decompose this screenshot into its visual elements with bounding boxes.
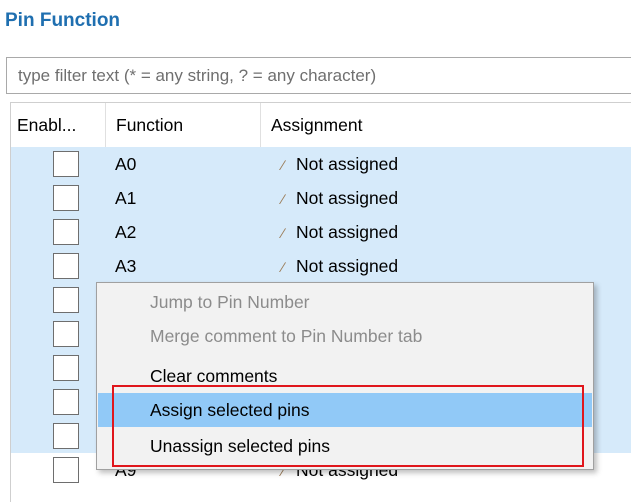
assignment-cell[interactable]: ∕ Not assigned: [277, 215, 398, 249]
enable-checkbox[interactable]: [53, 287, 79, 313]
enable-checkbox[interactable]: [53, 389, 79, 415]
pencil-icon: ∕: [281, 225, 285, 241]
enable-checkbox[interactable]: [53, 253, 79, 279]
menu-item-assign-selected-pins[interactable]: Assign selected pins: [98, 393, 592, 427]
menu-item-clear-comments[interactable]: Clear comments: [98, 359, 592, 393]
filter-input[interactable]: [16, 64, 631, 87]
column-header-enabled[interactable]: Enabl...: [11, 103, 106, 147]
pencil-icon: ∕: [281, 259, 285, 275]
enable-checkbox[interactable]: [53, 321, 79, 347]
pencil-icon: ∕: [281, 191, 285, 207]
assignment-cell[interactable]: ∕ Not assigned: [277, 249, 398, 283]
panel-title: Pin Function: [5, 10, 121, 31]
context-menu: Jump to Pin Number Merge comment to Pin …: [96, 282, 594, 470]
enable-checkbox[interactable]: [53, 355, 79, 381]
function-cell: A1: [115, 188, 137, 208]
assignment-text: Not assigned: [296, 222, 399, 242]
assignment-cell[interactable]: ∕ Not assigned: [277, 147, 398, 181]
table-row[interactable]: A3 ∕ Not assigned: [11, 249, 631, 283]
panel-header: Pin Function: [0, 0, 631, 52]
pencil-icon: ∕: [281, 157, 285, 173]
menu-item-unassign-selected-pins[interactable]: Unassign selected pins: [98, 429, 592, 463]
enable-checkbox[interactable]: [53, 219, 79, 245]
column-header-function[interactable]: Function: [106, 103, 261, 147]
function-cell: A0: [115, 154, 137, 174]
enable-checkbox[interactable]: [53, 151, 79, 177]
enable-checkbox[interactable]: [53, 457, 79, 483]
assignment-text: Not assigned: [296, 256, 399, 276]
table-header: Enabl... Function Assignment: [11, 103, 631, 147]
assignment-text: Not assigned: [296, 154, 399, 174]
enable-checkbox[interactable]: [53, 423, 79, 449]
function-cell: A2: [115, 222, 137, 242]
table-row[interactable]: A2 ∕ Not assigned: [11, 215, 631, 249]
assignment-cell[interactable]: ∕ Not assigned: [277, 181, 398, 215]
assignment-text: Not assigned: [296, 188, 399, 208]
enable-checkbox[interactable]: [53, 185, 79, 211]
menu-item-merge-comment[interactable]: Merge comment to Pin Number tab: [98, 319, 592, 353]
column-header-assignment[interactable]: Assignment: [261, 103, 631, 147]
filter-field[interactable]: [6, 57, 631, 94]
table-row[interactable]: A1 ∕ Not assigned: [11, 181, 631, 215]
menu-item-jump-to-pin-number[interactable]: Jump to Pin Number: [98, 285, 592, 319]
function-cell: A3: [115, 256, 137, 276]
table-row[interactable]: A0 ∕ Not assigned: [11, 147, 631, 181]
